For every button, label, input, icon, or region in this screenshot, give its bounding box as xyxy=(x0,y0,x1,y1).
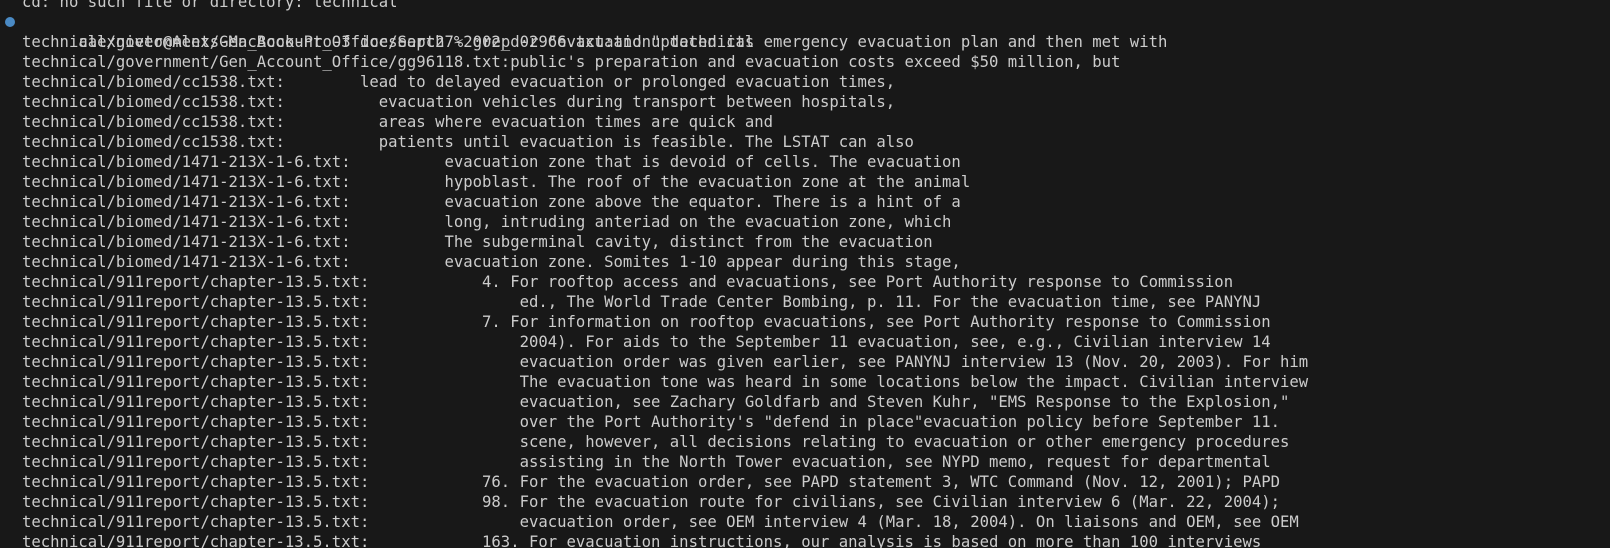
circle-icon xyxy=(5,17,15,27)
grep-results: technical/government/Gen_Account_Office/… xyxy=(0,32,1610,548)
terminal-output: cd: no such file or directory: technical… xyxy=(0,0,1610,548)
output-line: technical/biomed/1471-213X-1-6.txt: hypo… xyxy=(22,173,971,191)
output-line: technical/biomed/1471-213X-1-6.txt: evac… xyxy=(22,193,961,211)
output-line: technical/biomed/cc1538.txt: areas where… xyxy=(22,113,774,131)
output-line: technical/911report/chapter-13.5.txt: Th… xyxy=(22,373,1309,391)
output-line: technical/biomed/1471-213X-1-6.txt: evac… xyxy=(22,153,961,171)
terminal-panel[interactable]: cd: no such file or directory: technical… xyxy=(0,0,1610,548)
output-line: technical/biomed/1471-213X-1-6.txt: evac… xyxy=(22,253,961,271)
output-line: technical/biomed/cc1538.txt: patients un… xyxy=(22,133,914,151)
previous-output-line: cd: no such file or directory: technical xyxy=(0,0,1610,12)
output-line: technical/911report/chapter-13.5.txt: ev… xyxy=(22,513,1299,531)
output-line: technical/911report/chapter-13.5.txt: 16… xyxy=(22,533,1262,548)
output-line: technical/911report/chapter-13.5.txt: 20… xyxy=(22,333,1271,351)
output-line: technical/911report/chapter-13.5.txt: 76… xyxy=(22,473,1281,491)
output-line: technical/911report/chapter-13.5.txt: ev… xyxy=(22,353,1309,371)
output-line: technical/government/Gen_Account_Office/… xyxy=(22,33,1168,51)
output-line: technical/biomed/cc1538.txt: lead to del… xyxy=(22,73,896,91)
output-line: technical/911report/chapter-13.5.txt: as… xyxy=(22,453,1271,471)
output-line: technical/biomed/cc1538.txt: evacuation … xyxy=(22,93,896,111)
output-line: technical/911report/chapter-13.5.txt: 4.… xyxy=(22,273,1234,291)
output-line: technical/biomed/1471-213X-1-6.txt: long… xyxy=(22,213,952,231)
previous-output-text: cd: no such file or directory: technical xyxy=(22,0,398,11)
output-line: technical/911report/chapter-13.5.txt: sc… xyxy=(22,433,1290,451)
output-line: technical/911report/chapter-13.5.txt: ev… xyxy=(22,393,1290,411)
command-line: alexnieto@Alexs-MacBook-Pro-3 docsearch … xyxy=(0,12,1610,51)
output-line: technical/biomed/1471-213X-1-6.txt: The … xyxy=(22,233,933,251)
output-line: technical/911report/chapter-13.5.txt: 7.… xyxy=(22,313,1271,331)
output-line: technical/911report/chapter-13.5.txt: ed… xyxy=(22,293,1262,311)
output-line: technical/911report/chapter-13.5.txt: 98… xyxy=(22,493,1281,511)
output-line: technical/911report/chapter-13.5.txt: ov… xyxy=(22,413,1281,431)
output-line: technical/government/Gen_Account_Office/… xyxy=(22,53,1121,71)
